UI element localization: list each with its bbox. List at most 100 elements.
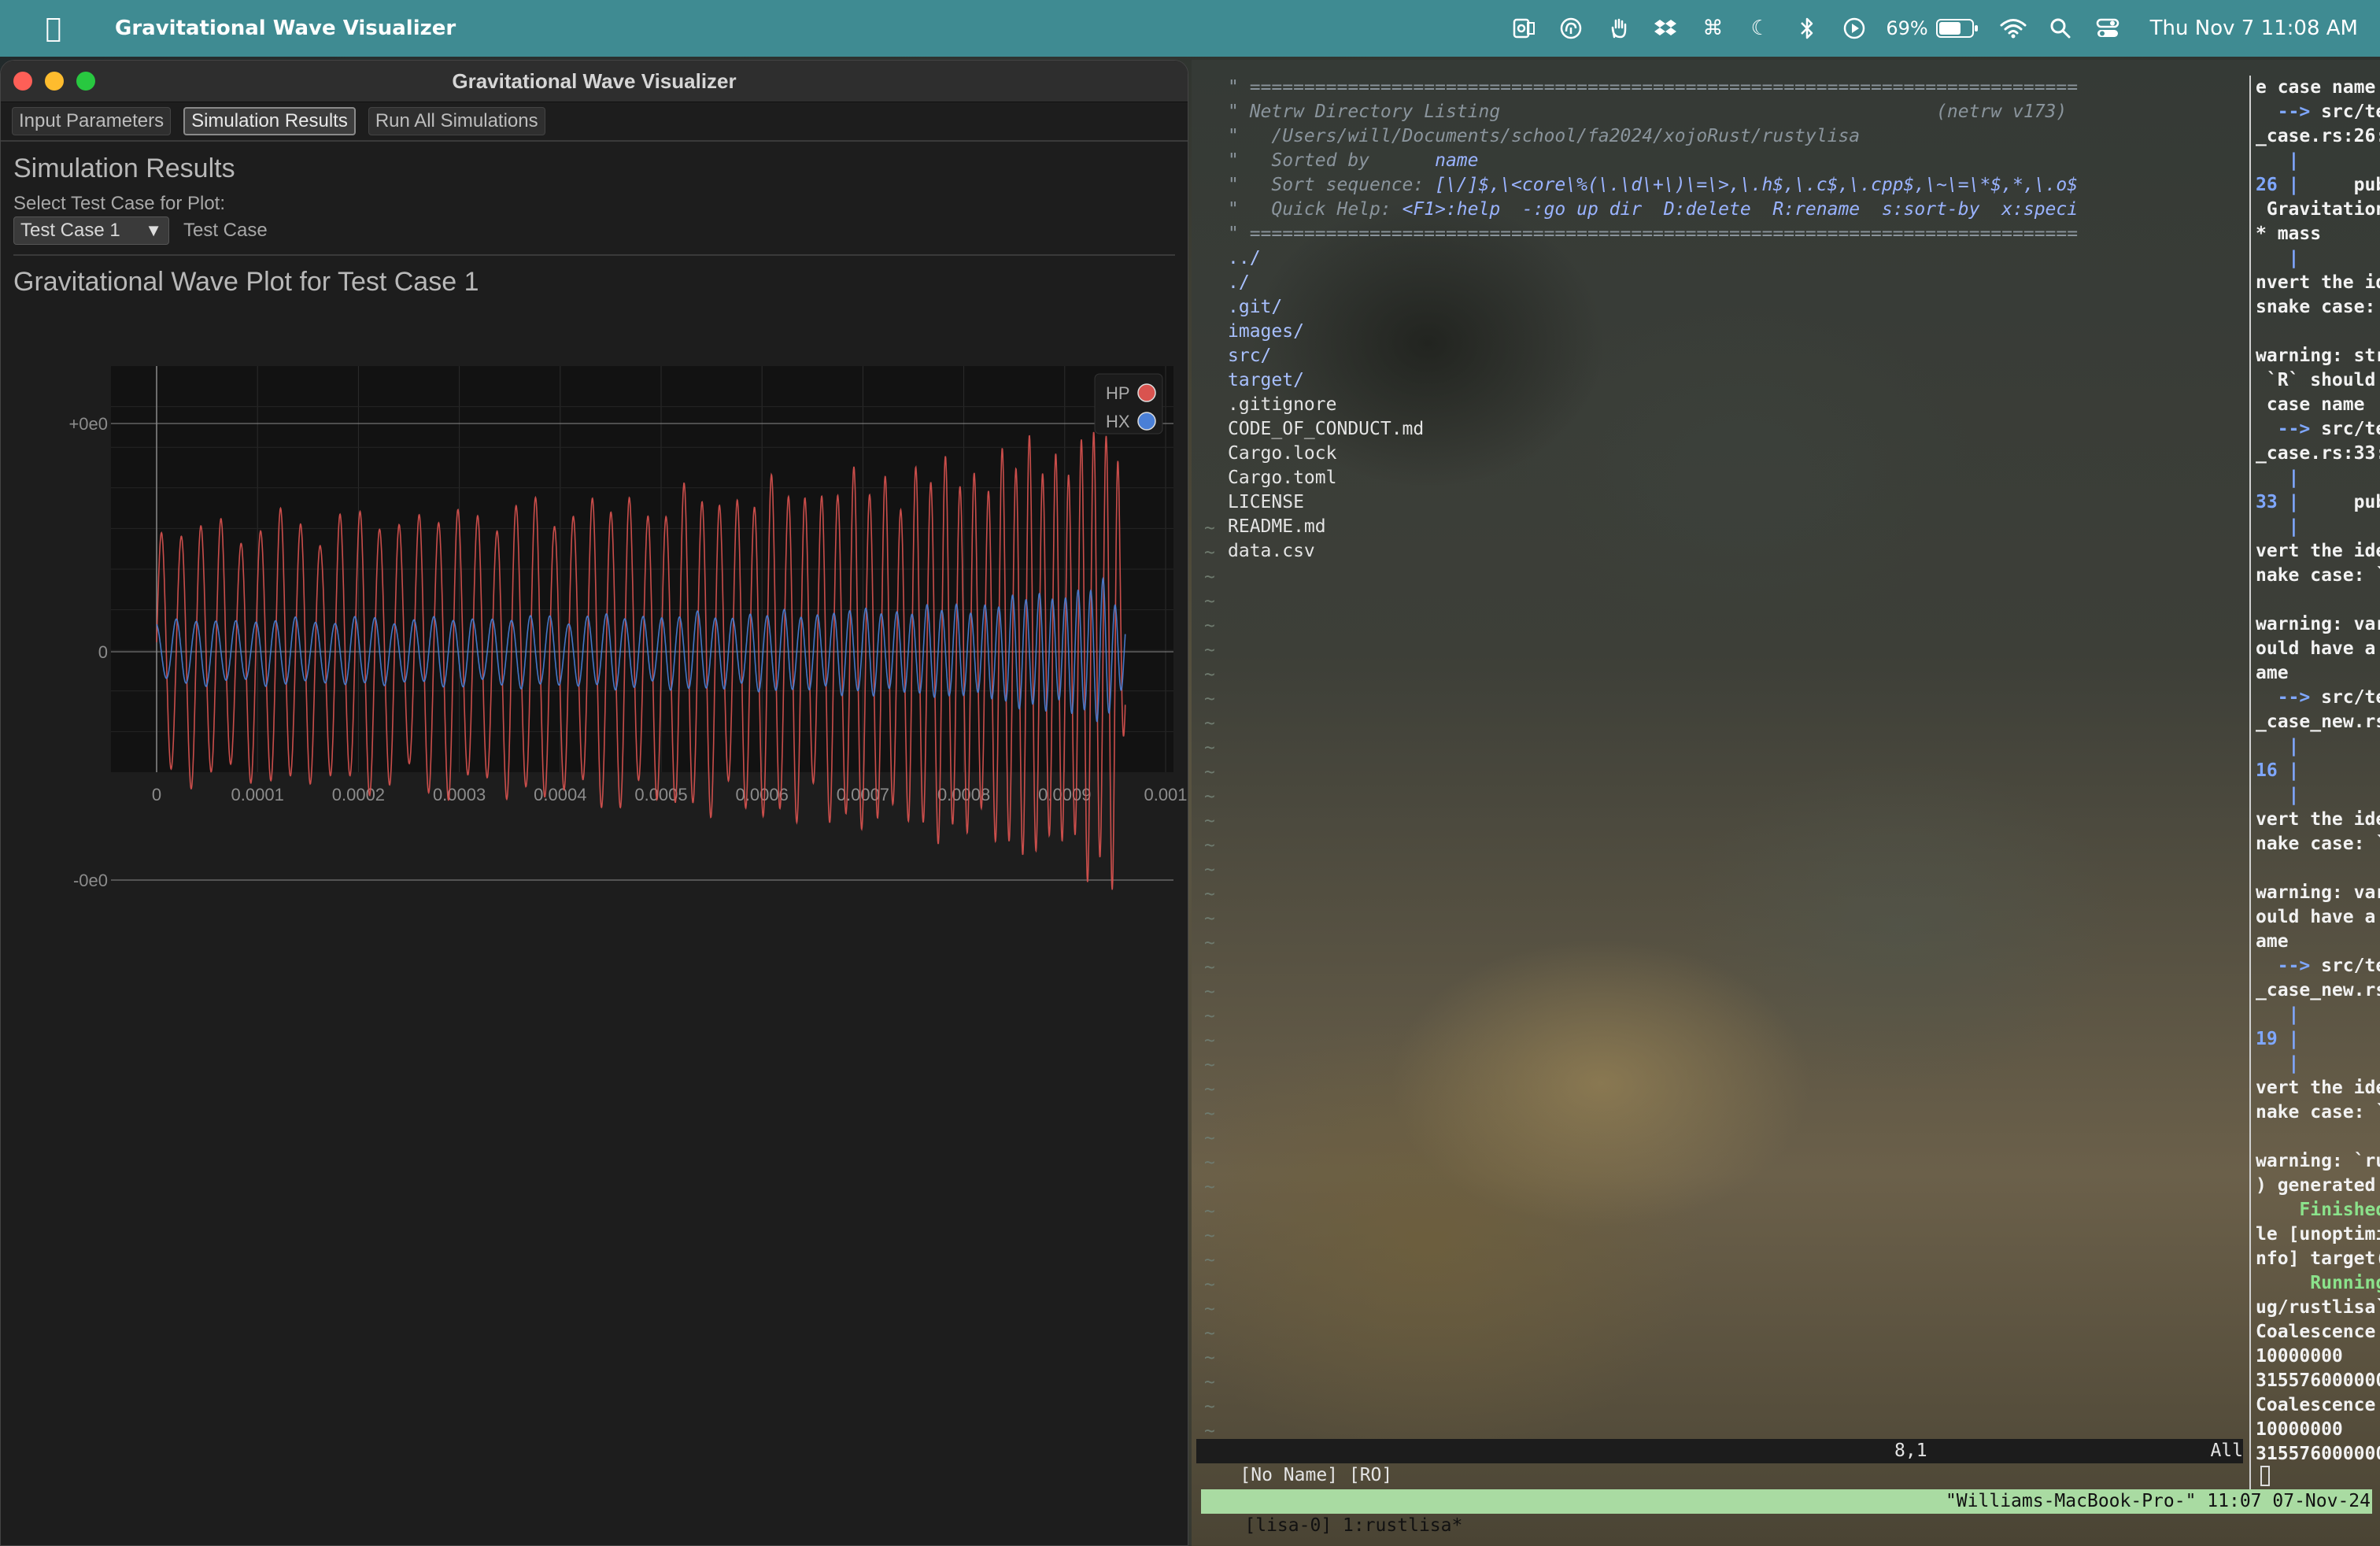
tilde-line: ~ (1204, 1396, 1215, 1417)
cargo-output-line: | (2256, 734, 2380, 759)
battery-icon[interactable] (1935, 19, 1978, 38)
line-gutter: 33 | (2256, 492, 2300, 512)
netrw-dir-entry[interactable]: images/ (1228, 320, 2243, 344)
netrw-file-entry[interactable]: LICENSE (1228, 490, 2243, 515)
cargo-output-line: 26 | pub GM: f64, // (2256, 175, 2380, 195)
netrw-dir-entry[interactable]: target/ (1228, 368, 2243, 393)
cargo-output-line: nfo] target(s) in 2.48s (2256, 1248, 2380, 1269)
cargo-output-line: 315576000000000 (2256, 1370, 2380, 1391)
wave-chart-svg[interactable]: 0 0.0001 0.0002 0.0003 0.0004 0.0005 0.0006 0.0… (1, 301, 1188, 978)
hand-icon[interactable] (1595, 0, 1642, 57)
test-case-select[interactable]: Test Case 1 ▼ (13, 216, 169, 245)
cargo-output-line: vert the identifier to s (2256, 1078, 2380, 1098)
tilde-line: ~ (1204, 1226, 1215, 1246)
window-titlebar[interactable]: Gravitational Wave Visualizer (1, 61, 1188, 102)
apple-icon[interactable]:  (30, 13, 77, 44)
cargo-output-line: warning: structure field (2256, 346, 2380, 366)
menu-extras: ⌘ ☾ 69% Thu Nov 7 11:08 AM (1500, 0, 2358, 57)
tab-simulation-results[interactable]: Simulation Results (183, 107, 356, 135)
cargo-output-line: --> src/test_case/test (2256, 102, 2380, 122)
tab-input-parameters[interactable]: Input Parameters (12, 107, 172, 135)
tilde-line: ~ (1204, 1250, 1215, 1270)
cargo-output-line: ) generated 5 warnings (2256, 1175, 2376, 1196)
cargo-output-line: * mass (2256, 224, 2322, 244)
tilde-line: ~ (1204, 591, 1215, 612)
cargo-output-line: _case_new.rs:19:9 (2256, 980, 2380, 1000)
arrow-marker: --> (2256, 419, 2311, 439)
tilde-line: ~ (1204, 542, 1215, 563)
tilde-line: ~ (1204, 616, 1215, 636)
tmux-host-time: "Williams-MacBook-Pro-" 11:07 07-Nov-24 (1945, 1491, 2371, 1511)
command-icon[interactable]: ⌘ (1689, 0, 1736, 57)
search-icon[interactable] (2037, 0, 2084, 57)
cargo-output-line: 10000000 (2256, 1419, 2343, 1440)
tilde-line: ~ (1204, 1299, 1215, 1319)
netrw-file-entry[interactable]: Cargo.toml (1228, 466, 2243, 490)
pane-divider[interactable] (2249, 76, 2251, 1504)
cargo-output-line: snake case: `gm` (2256, 297, 2376, 317)
netrw-dir-entry[interactable]: .git/ (1228, 295, 2243, 320)
netrw-file-entry[interactable]: CODE_OF_CONDUCT.md (1228, 417, 2243, 442)
cargo-output-line: ame (2256, 663, 2289, 683)
legend-label: HP (1106, 383, 1130, 403)
cargo-output-line: nake case: `r` (2256, 1102, 2380, 1123)
moon-icon[interactable]: ☾ (1736, 0, 1783, 57)
cargo-output-line: nake case: `m` (2256, 834, 2380, 854)
dropbox-icon[interactable] (1642, 0, 1689, 57)
window-title: Gravitational Wave Visualizer (452, 68, 737, 93)
netrw-file-entry[interactable]: Cargo.lock (1228, 442, 2243, 466)
cargo-output-line: 16 | M: f64, (2256, 759, 2380, 783)
sort-key: name (1435, 150, 1479, 171)
tilde-line: ~ (1204, 518, 1215, 538)
cargo-output-line: | (2256, 1003, 2380, 1027)
netrw-file-entry[interactable]: README.md (1228, 515, 2243, 539)
cargo-output-line: --> src/test_case/test (2256, 956, 2380, 976)
x-tick-label: 0.0003 (433, 785, 486, 804)
cargo-output-pane[interactable]: e case name --> src/test_case/test _case.… (2256, 76, 2380, 1466)
tmux-session[interactable]: [lisa-0] 1:rustlisa* (1244, 1515, 1462, 1536)
bluetooth-icon[interactable] (1783, 0, 1831, 57)
control-center-icon[interactable] (2084, 0, 2131, 57)
cargo-output-line: e case name (2256, 77, 2376, 98)
tilde-line: ~ (1204, 1323, 1215, 1344)
cargo-output-line: Running `target/deb (2256, 1271, 2380, 1296)
wave-plot[interactable]: 0 0.0001 0.0002 0.0003 0.0004 0.0005 0.0006 0.0… (1, 301, 1188, 978)
menu-app-name[interactable]: Gravitational Wave Visualizer (115, 17, 456, 40)
netrw-pane[interactable]: " ======================================… (1228, 76, 2243, 564)
terminal-cursor (2260, 1466, 2270, 1486)
menu-clock[interactable]: Thu Nov 7 11:08 AM (2150, 17, 2358, 40)
section-title: Simulation Results (13, 153, 235, 183)
tilde-line: ~ (1204, 738, 1215, 758)
legend-swatch (1137, 412, 1156, 431)
tab-run-all-simulations[interactable]: Run All Simulations (368, 107, 545, 135)
netrw-header-line: " ======================================… (1228, 224, 2079, 244)
cargo-output-line: ug/rustlisa` (2256, 1297, 2380, 1318)
arrow-marker: --> (2256, 956, 2311, 976)
battery-percent: 69% (1886, 17, 1928, 39)
cargo-output-line: warning: variable `M` sh (2256, 614, 2380, 634)
wifi-icon[interactable] (1990, 0, 2037, 57)
netrw-file-entry[interactable]: data.csv (1228, 539, 2243, 564)
legend-swatch (1137, 383, 1156, 402)
terminal-window[interactable]: " ======================================… (1192, 60, 2380, 1546)
fingerprint-icon[interactable] (1547, 0, 1595, 57)
netrw-dir-entry[interactable]: ./ (1228, 271, 2243, 295)
tilde-line: ~ (1204, 835, 1215, 856)
cargo-output-line (2256, 320, 2380, 344)
chevron-down-icon: ▼ (145, 220, 162, 240)
x-tick-label: 0 (152, 785, 161, 804)
netrw-header-line: " /Users/will/Documents/school/fa2024/xo… (1228, 126, 1861, 146)
cargo-output-line: ould have a snake case n (2256, 907, 2376, 927)
y-tick-label: -0e0 (73, 871, 108, 890)
vim-empty-lines: ~ ~ ~ ~ ~ ~ ~ ~ ~ ~ ~ ~ ~ ~ ~ ~ ~ ~ ~ ~ ~ ~ ~ ~ ~ ~ ~ ~ ~ ~ ~ ~ ~ ~ ~ ~ ~ ~ (1204, 516, 1215, 1444)
cargo-output-line (2256, 588, 2380, 612)
cargo-output-line: Gravitational constant (2266, 199, 2380, 220)
x-tick-label: 0.0002 (332, 785, 385, 804)
netrw-dir-entry[interactable]: ../ (1228, 246, 2243, 271)
tilde-line: ~ (1204, 1177, 1215, 1197)
play-icon[interactable] (1831, 0, 1878, 57)
outlook-icon[interactable] (1500, 0, 1547, 57)
netrw-dir-entry[interactable]: src/ (1228, 344, 2243, 368)
netrw-file-entry[interactable]: .gitignore (1228, 393, 2243, 417)
status-scroll: All (2210, 1441, 2243, 1461)
